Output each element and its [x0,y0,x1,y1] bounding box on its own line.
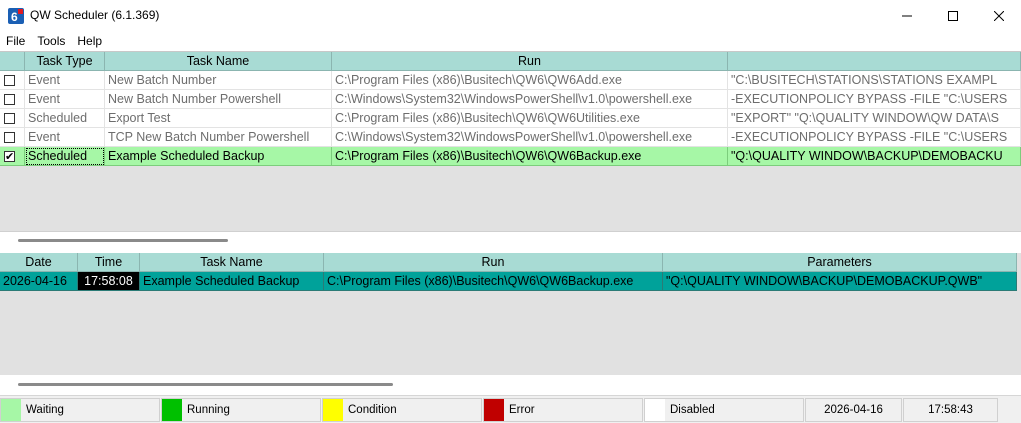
legend-disabled: Disabled [644,398,804,422]
legend-running-swatch [162,399,182,421]
task-grid-header: Task Type Task Name Run [0,52,1021,71]
col-header-run[interactable]: Run [332,52,728,71]
checkbox-unchecked[interactable] [4,75,15,86]
history-grid[interactable]: Date Time Task Name Run Parameters 2026-… [0,253,1021,375]
legend-disabled-swatch [645,399,665,421]
legend-running: Running [161,398,321,422]
checkbox-unchecked[interactable] [4,113,15,124]
task-run-cell: C:\Program Files (x86)\Busitech\QW6\QW6U… [332,109,728,128]
svg-text:6: 6 [11,10,18,24]
status-time: 17:58:43 [903,398,998,422]
history-grid-header: Date Time Task Name Run Parameters [0,253,1021,272]
row-checkbox[interactable] [0,109,25,128]
maximize-icon [948,10,958,21]
task-name-cell: Export Test [105,109,332,128]
maximize-button[interactable] [930,0,976,31]
menu-help[interactable]: Help [71,31,108,51]
col-header-history-parameters[interactable]: Parameters [663,253,1017,272]
task-run-cell: C:\Program Files (x86)\Busitech\QW6\QW6B… [332,147,728,166]
legend-waiting-label: Waiting [26,404,64,416]
task-name-cell: TCP New Batch Number Powershell [105,128,332,147]
close-icon [994,10,1004,21]
history-time-cell: 17:58:08 [78,272,140,291]
row-checkbox[interactable] [0,90,25,109]
history-task-name-cell: Example Scheduled Backup [140,272,324,291]
task-type-cell: Scheduled [25,147,105,166]
row-checkbox[interactable] [0,128,25,147]
status-date: 2026-04-16 [805,398,902,422]
title-bar: 6 QW Scheduler (6.1.369) [0,0,1021,31]
close-button[interactable] [976,0,1021,31]
legend-error-label: Error [509,404,535,416]
task-run-cell: C:\Windows\System32\WindowsPowerShell\v1… [332,128,728,147]
status-bar: Waiting Running Condition Error Disabled… [0,395,1021,423]
menu-tools[interactable]: Tools [31,31,71,51]
legend-running-label: Running [187,404,230,416]
col-header-task-name[interactable]: Task Name [105,52,332,71]
menu-bar: File Tools Help [0,31,1021,51]
task-params-cell: "Q:\QUALITY WINDOW\BACKUP\DEMOBACKU [728,147,1021,166]
task-name-cell: New Batch Number Powershell [105,90,332,109]
task-type-cell: Event [25,71,105,90]
task-params-cell: -EXECUTIONPOLICY BYPASS -FILE "C:\USERS [728,90,1021,109]
history-run-cell: C:\Program Files (x86)\Busitech\QW6\QW6B… [324,272,663,291]
legend-disabled-label: Disabled [670,404,715,416]
grid-splitter [0,231,1021,232]
legend-condition: Condition [322,398,482,422]
col-header-history-run[interactable]: Run [324,253,663,272]
history-params-cell: "Q:\QUALITY WINDOW\BACKUP\DEMOBACKUP.QWB… [663,272,1017,291]
task-grid-hscroll-thumb[interactable] [18,239,228,242]
window-title: QW Scheduler (6.1.369) [30,8,160,22]
task-run-cell: C:\Windows\System32\WindowsPowerShell\v1… [332,90,728,109]
col-header-parameters[interactable] [728,52,1021,71]
task-row[interactable]: Scheduled Export Test C:\Program Files (x8… [0,109,1021,128]
checkbox-unchecked[interactable] [4,94,15,105]
history-date-cell: 2026-04-16 [0,272,78,291]
history-row[interactable]: 2026-04-16 17:58:08 Example Scheduled Back… [0,272,1017,291]
minimize-button[interactable] [884,0,930,31]
legend-error: Error [483,398,643,422]
legend-waiting: Waiting [0,398,160,422]
task-grid[interactable]: Task Type Task Name Run Event New Batch N… [0,51,1021,231]
legend-condition-label: Condition [348,404,397,416]
menu-file[interactable]: File [0,31,31,51]
checkbox-checked[interactable] [4,148,15,165]
col-header-time[interactable]: Time [78,253,140,272]
row-checkbox[interactable] [0,147,25,166]
history-grid-hscroll-thumb[interactable] [18,383,393,386]
task-row[interactable]: Event New Batch Number C:\Program Files (x… [0,71,1021,90]
task-row[interactable]: ScheduledExample Scheduled BackupC:\Prog… [0,147,1021,166]
task-type-cell: Event [25,90,105,109]
task-params-cell: "C:\BUSITECH\STATIONS\STATIONS EXAMPL [728,71,1021,90]
task-name-cell: New Batch Number [105,71,332,90]
task-params-cell: "EXPORT" "Q:\QUALITY WINDOW\QW DATA\S [728,109,1021,128]
col-header-date[interactable]: Date [0,253,78,272]
task-row[interactable]: Event TCP New Batch Number Powershell C:\W… [0,128,1021,147]
qw-app-icon: 6 [8,8,24,24]
minimize-icon [902,15,912,16]
task-row[interactable]: Event New Batch Number Powershell C:\Windo… [0,90,1021,109]
col-header-history-task-name[interactable]: Task Name [140,253,324,272]
task-run-cell: C:\Program Files (x86)\Busitech\QW6\QW6A… [332,71,728,90]
col-header-check[interactable] [0,52,25,71]
legend-error-swatch [484,399,504,421]
legend-waiting-swatch [1,399,21,421]
legend-condition-swatch [323,399,343,421]
row-checkbox[interactable] [0,71,25,90]
task-name-cell: Example Scheduled Backup [105,147,332,166]
task-type-cell: Scheduled [25,109,105,128]
task-params-cell: -EXECUTIONPOLICY BYPASS -FILE "C:\USERS [728,128,1021,147]
col-header-task-type[interactable]: Task Type [25,52,105,71]
checkbox-unchecked[interactable] [4,132,15,143]
task-type-cell: Event [25,128,105,147]
